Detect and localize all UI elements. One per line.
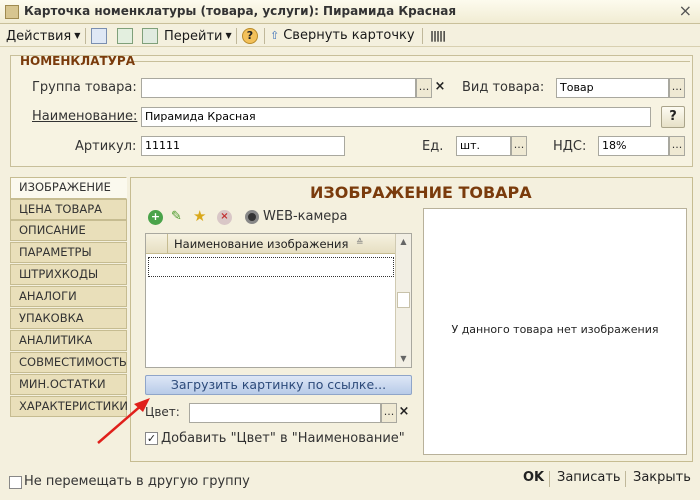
webcam-button-label[interactable]: WEB-камера (263, 209, 348, 224)
scroll-up-icon[interactable]: ▲ (396, 234, 411, 250)
scroll-thumb[interactable] (397, 292, 410, 308)
image-panel-title: ИЗОБРАЖЕНИЕ ТОВАРА (310, 183, 532, 202)
product-kind-input[interactable]: Товар (556, 78, 669, 98)
images-table-header: Наименование изображения ≙ (146, 234, 396, 254)
collapse-card-button[interactable]: ⇧ Свернуть карточку (270, 26, 415, 46)
product-group-select-button[interactable]: ... (416, 78, 432, 98)
name-input[interactable]: Пирамида Красная (141, 107, 651, 127)
image-preview: У данного товара нет изображения (423, 208, 687, 455)
arrow-up-icon: ⇧ (270, 29, 280, 42)
ok-button[interactable]: OK (523, 470, 544, 485)
no-image-message: У данного товара нет изображения (451, 323, 659, 336)
tab-min-stock[interactable]: МИН.ОСТАТКИ (10, 374, 127, 395)
copy-icon[interactable] (91, 28, 107, 44)
table-row[interactable] (148, 257, 394, 277)
toolbar: Действия ▼ Перейти ▼ ? ⇧ Свернуть карточку … (0, 25, 700, 47)
tab-description[interactable]: ОПИСАНИЕ (10, 220, 127, 241)
goto-menu-label: Перейти (164, 29, 223, 44)
chevron-down-icon: ▼ (74, 31, 81, 40)
group-divider (132, 61, 690, 62)
product-group-clear-button[interactable]: × (432, 78, 448, 98)
tab-image[interactable]: ИЗОБРАЖЕНИЕ (10, 177, 127, 199)
name-label[interactable]: Наименование: (32, 109, 137, 124)
unit-label: Ед. (422, 139, 444, 154)
no-move-checkbox[interactable] (9, 476, 22, 489)
window-close-button[interactable]: × (679, 1, 692, 20)
images-table[interactable]: Наименование изображения ≙ ▲ ▼ (145, 233, 412, 368)
sort-icon[interactable]: ≙ (356, 238, 364, 248)
tab-packaging[interactable]: УПАКОВКА (10, 308, 127, 329)
star-icon[interactable]: ★ (193, 207, 206, 225)
tab-compatibility[interactable]: СОВМЕСТИМОСТЬ (10, 352, 127, 373)
goto-menu-button[interactable]: Перейти ▼ (164, 26, 232, 46)
webcam-icon[interactable] (245, 210, 259, 224)
sku-input[interactable]: 11111 (141, 136, 345, 156)
footer-separator (625, 471, 626, 487)
add-color-checkbox[interactable]: ✓ (145, 432, 158, 445)
vat-select-button[interactable]: ... (669, 136, 685, 156)
load-image-by-url-button[interactable]: Загрузить картинку по ссылке... (145, 375, 412, 395)
save-button[interactable]: Записать (557, 470, 621, 485)
footer-separator (549, 471, 550, 487)
tab-parameters[interactable]: ПАРАМЕТРЫ (10, 242, 127, 263)
tab-characteristics[interactable]: ХАРАКТЕРИСТИКИ (10, 396, 128, 417)
add-color-label[interactable]: Добавить "Цвет" в "Наименование" (161, 431, 405, 446)
actions-menu-button[interactable]: Действия ▼ (6, 26, 80, 46)
unit-select-button[interactable]: ... (511, 136, 527, 156)
tab-analogs[interactable]: АНАЛОГИ (10, 286, 127, 307)
tab-price[interactable]: ЦЕНА ТОВАРА (10, 199, 127, 220)
edit-icon[interactable]: ✎ (171, 209, 182, 224)
document-icon[interactable] (142, 28, 158, 44)
nomenclature-group-title: НОМЕНКЛАТУРА (20, 54, 136, 68)
actions-menu-label: Действия (6, 29, 72, 44)
vat-input[interactable]: 18% (598, 136, 669, 156)
barcode-icon[interactable]: ||||| (430, 26, 446, 46)
window-title: Карточка номенклатуры (товара, услуги): … (24, 4, 457, 18)
window-titlebar: Карточка номенклатуры (товара, услуги): … (0, 0, 700, 24)
color-label: Цвет: (145, 405, 180, 419)
images-table-scrollbar[interactable]: ▲ ▼ (395, 234, 411, 367)
app-icon (5, 5, 19, 19)
delete-icon[interactable]: × (217, 210, 232, 225)
toolbar-separator (85, 28, 86, 44)
vat-label: НДС: (553, 139, 587, 154)
unit-input[interactable]: шт. (456, 136, 511, 156)
toolbar-separator (236, 28, 237, 44)
chevron-down-icon: ▼ (225, 31, 232, 40)
table-corner (146, 234, 168, 254)
product-group-input[interactable] (141, 78, 416, 98)
sku-label: Артикул: (75, 139, 137, 154)
product-kind-label: Вид товара: (462, 80, 545, 95)
collapse-card-label: Свернуть карточку (283, 28, 415, 43)
color-input[interactable] (189, 403, 381, 423)
name-help-button[interactable]: ? (661, 106, 685, 128)
tab-barcodes[interactable]: ШТРИХКОДЫ (10, 264, 127, 285)
close-button[interactable]: Закрыть (633, 470, 691, 485)
color-select-button[interactable]: ... (381, 403, 397, 423)
no-move-label[interactable]: Не перемещать в другую группу (24, 474, 250, 489)
refresh-icon[interactable] (117, 28, 133, 44)
add-icon[interactable]: + (148, 210, 163, 225)
product-kind-select-button[interactable]: ... (669, 78, 685, 98)
help-icon[interactable]: ? (242, 28, 258, 44)
product-group-label: Группа товара: (32, 80, 137, 95)
color-clear-button[interactable]: × (396, 403, 412, 423)
scroll-down-icon[interactable]: ▼ (396, 351, 411, 367)
toolbar-separator (264, 28, 265, 44)
column-header-image-name[interactable]: Наименование изображения (174, 237, 348, 251)
tab-analytics[interactable]: АНАЛИТИКА (10, 330, 127, 351)
toolbar-separator (422, 28, 423, 44)
